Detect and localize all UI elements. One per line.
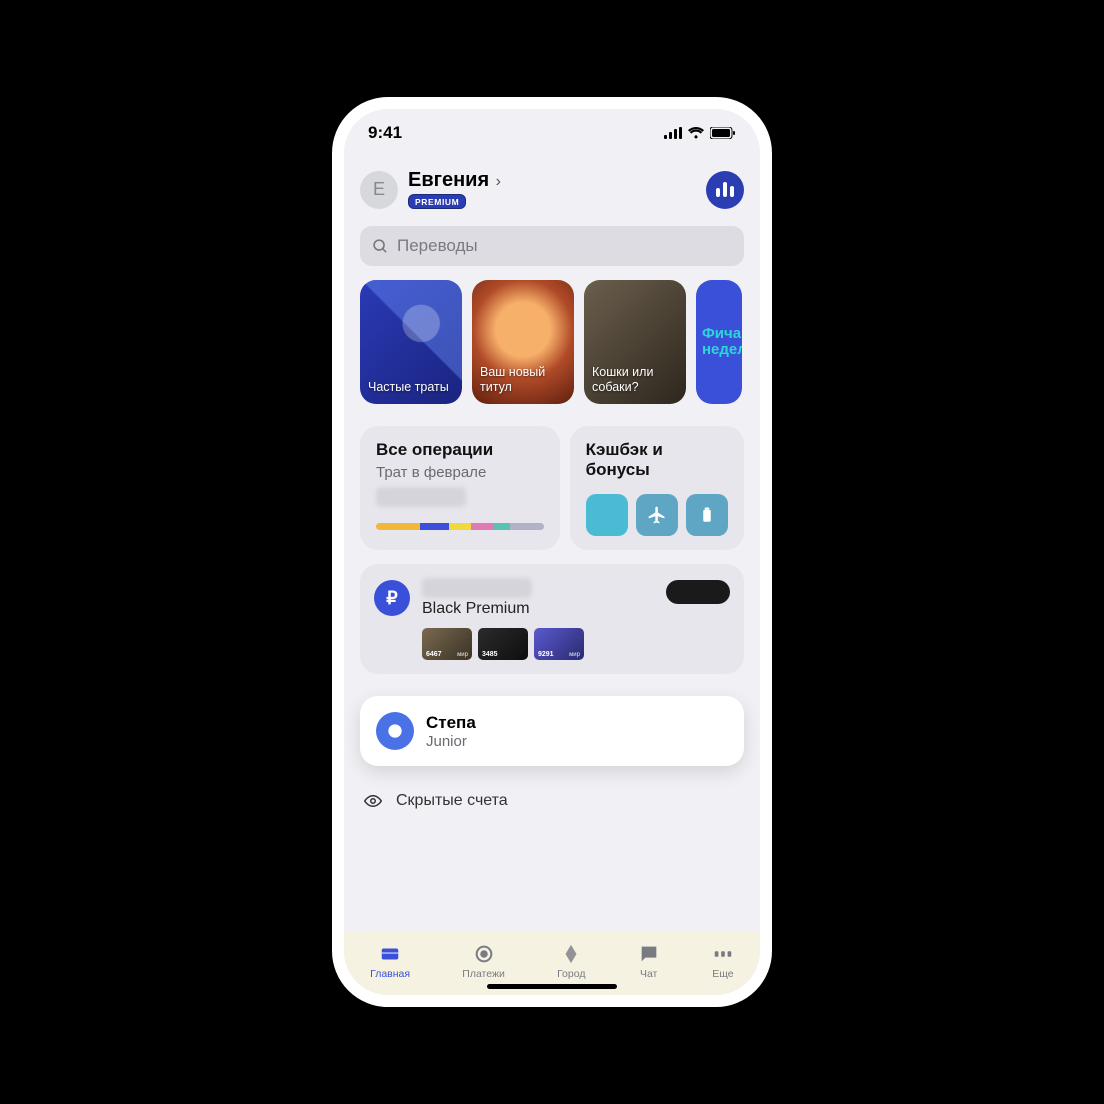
payments-tab-icon xyxy=(473,943,495,965)
operations-card[interactable]: Все операции Трат в феврале xyxy=(360,426,560,550)
story-new-title[interactable]: Ваш новый титул xyxy=(472,280,574,404)
phone-frame: 9:41 Е Евгения › PREMIUM Переводы xyxy=(332,97,772,1007)
user-name: Евгения xyxy=(408,169,489,191)
hidden-accounts-label: Скрытые счета xyxy=(396,792,508,810)
spend-amount-redacted xyxy=(376,487,466,507)
spend-breakdown-bar xyxy=(376,523,544,530)
city-tab-icon xyxy=(560,943,582,965)
tab-chat[interactable]: Чат xyxy=(638,943,660,980)
analytics-button[interactable] xyxy=(706,171,744,209)
hidden-accounts-row[interactable]: Скрытые счета xyxy=(364,792,740,810)
more-tab-icon xyxy=(712,943,734,965)
status-bar: 9:41 xyxy=(344,109,760,149)
junior-subtitle: Junior xyxy=(426,733,476,750)
ruble-icon: ₽ xyxy=(374,580,410,616)
status-indicators xyxy=(664,127,736,139)
bar-chart-icon xyxy=(716,182,734,197)
tab-city[interactable]: Город xyxy=(557,943,585,980)
linked-cards: 6467мир 3485 9291мир xyxy=(422,628,730,660)
cashback-category-travel-icon xyxy=(636,494,678,536)
account-amount-redacted xyxy=(666,580,730,604)
junior-avatar-icon xyxy=(376,712,414,750)
signal-icon xyxy=(664,127,682,139)
wifi-icon xyxy=(688,127,704,139)
story-feature-week[interactable]: Фича недел xyxy=(696,280,742,404)
profile-header[interactable]: Е Евгения › PREMIUM xyxy=(360,169,744,210)
story-cats-dogs[interactable]: Кошки или собаки? xyxy=(584,280,686,404)
cashback-category-pharmacy-icon xyxy=(686,494,728,536)
cashback-icons xyxy=(586,494,728,536)
junior-account-card[interactable]: Степа Junior xyxy=(360,696,744,766)
chat-tab-icon xyxy=(638,943,660,965)
main-account-card[interactable]: ₽ Black Premium 6467мир 3485 9291мир xyxy=(360,564,744,674)
tab-home[interactable]: Главная xyxy=(370,943,410,980)
card-thumbnail[interactable]: 9291мир xyxy=(534,628,584,660)
premium-badge: PREMIUM xyxy=(408,194,466,209)
battery-icon xyxy=(710,127,736,139)
card-thumbnail[interactable]: 3485 xyxy=(478,628,528,660)
cashback-title: Кэшбэк и бонусы xyxy=(586,440,728,480)
tab-payments[interactable]: Платежи xyxy=(462,943,505,980)
account-name: Black Premium xyxy=(422,600,532,618)
status-time: 9:41 xyxy=(368,123,402,143)
junior-name: Степа xyxy=(426,713,476,733)
eye-icon xyxy=(364,792,382,810)
operations-subtitle: Трат в феврале xyxy=(376,464,544,481)
card-thumbnail[interactable]: 6467мир xyxy=(422,628,472,660)
account-balance-redacted xyxy=(422,578,532,598)
avatar[interactable]: Е xyxy=(360,171,398,209)
stories-row[interactable]: Частые траты Ваш новый титул Кошки или с… xyxy=(360,280,744,404)
search-icon xyxy=(372,238,389,255)
search-placeholder: Переводы xyxy=(397,236,478,256)
story-frequent-spend[interactable]: Частые траты xyxy=(360,280,462,404)
search-input[interactable]: Переводы xyxy=(360,226,744,266)
home-indicator[interactable] xyxy=(487,984,617,989)
cashback-card[interactable]: Кэшбэк и бонусы xyxy=(570,426,744,550)
operations-title: Все операции xyxy=(376,440,544,460)
chevron-right-icon: › xyxy=(496,173,501,190)
cashback-category-generic-icon xyxy=(586,494,628,536)
home-tab-icon xyxy=(379,943,401,965)
tab-more[interactable]: Еще xyxy=(712,943,734,980)
